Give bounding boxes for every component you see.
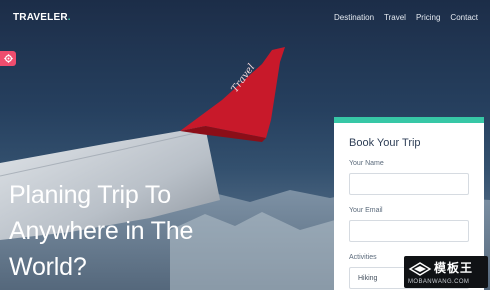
navbar: TRAVELER. Destination Travel Pricing Con…: [0, 0, 490, 38]
logo-dot: .: [67, 12, 71, 23]
name-input[interactable]: [349, 173, 469, 195]
logo[interactable]: TRAVELER.: [13, 12, 71, 23]
booking-title: Book Your Trip: [349, 137, 421, 149]
watermark-badge: 模板王 MOBANWANG.COM: [404, 256, 488, 288]
nav-pricing[interactable]: Pricing: [416, 13, 440, 22]
watermark-logo-icon: [408, 262, 432, 276]
main-nav: Destination Travel Pricing Contact: [334, 13, 478, 22]
gear-icon: [3, 54, 13, 63]
name-label: Your Name: [349, 160, 384, 167]
watermark-title: 模板王: [434, 261, 474, 275]
hero-headline: Planing Trip To Anywhere in The World?: [9, 181, 194, 281]
settings-button[interactable]: [0, 51, 16, 66]
email-label: Your Email: [349, 207, 383, 214]
nav-destination[interactable]: Destination: [334, 13, 374, 22]
nav-travel[interactable]: Travel: [384, 13, 406, 22]
activities-value: Hiking: [358, 274, 378, 282]
logo-text: TRAVELER: [13, 12, 68, 23]
winglet: [180, 47, 285, 138]
watermark-url: MOBANWANG.COM: [408, 279, 470, 285]
email-input[interactable]: [349, 220, 469, 242]
nav-contact[interactable]: Contact: [450, 13, 478, 22]
